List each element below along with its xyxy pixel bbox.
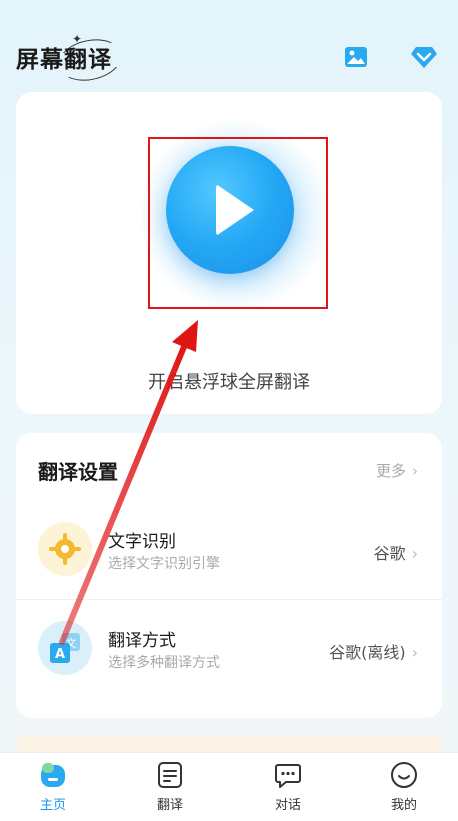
chevron-right-icon: › <box>411 544 418 563</box>
document-icon <box>156 761 184 789</box>
tab-home[interactable]: 主页 <box>8 761 98 813</box>
translate-mode-row-subtitle: 选择多种翻译方式 <box>108 655 220 671</box>
translate-mode-value: 谷歌(离线) <box>329 643 406 662</box>
header-area: ✦ 屏幕翻译 <box>0 0 458 100</box>
tab-translate[interactable]: 翻译 <box>125 761 215 813</box>
smiley-profile-icon <box>390 761 418 789</box>
tab-chat[interactable]: 对话 <box>243 761 333 813</box>
tab-translate-label: 翻译 <box>156 798 183 813</box>
ocr-row-value[interactable]: 谷歌 › <box>374 540 418 564</box>
chevron-right-icon: › <box>411 643 418 662</box>
translate-icon: 文 A <box>38 621 92 675</box>
diamond-vip-icon[interactable] <box>410 44 437 70</box>
chevron-right-icon: › <box>412 462 418 480</box>
ocr-row-subtitle: 选择文字识别引擎 <box>108 556 220 572</box>
translate-mode-row-value[interactable]: 谷歌(离线) › <box>329 639 418 663</box>
annotation-highlight-box <box>148 137 328 309</box>
home-icon <box>39 761 67 789</box>
page-title: 屏幕翻译 <box>16 47 112 73</box>
translate-mode-row-title[interactable]: 翻译方式 <box>108 626 176 651</box>
settings-section-title: 翻译设置 <box>38 460 118 484</box>
row-divider <box>16 599 442 600</box>
tab-profile-label: 我的 <box>390 798 417 813</box>
ocr-target-icon <box>38 522 92 576</box>
chat-icon <box>274 761 302 789</box>
svg-text:A: A <box>55 647 65 662</box>
image-icon[interactable] <box>343 44 369 70</box>
more-label: 更多 <box>375 462 406 480</box>
tab-profile[interactable]: 我的 <box>359 761 449 813</box>
bottom-tab-bar: 主页 翻译 对话 我的 <box>0 752 458 821</box>
ocr-row-title[interactable]: 文字识别 <box>108 527 176 552</box>
ocr-engine-value: 谷歌 <box>373 544 406 563</box>
more-link[interactable]: 更多 › <box>376 460 418 481</box>
tab-chat-label: 对话 <box>274 798 301 813</box>
tab-home-label: 主页 <box>39 798 66 813</box>
floating-ball-label: 开启悬浮球全屏翻译 <box>148 372 310 393</box>
